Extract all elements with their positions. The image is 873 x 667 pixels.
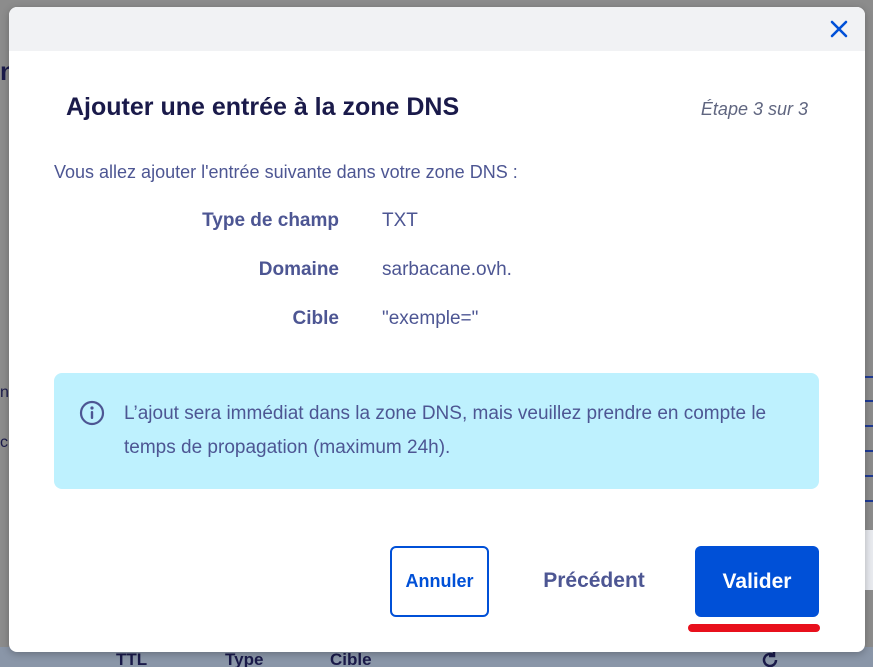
close-icon[interactable] (825, 15, 853, 43)
info-message: L’ajout sera immédiat dans la zone DNS, … (54, 373, 819, 489)
column-header-cible: Cible (330, 650, 372, 667)
dialog-title: Ajouter une entrée à la zone DNS (66, 93, 460, 121)
background-page-fragment: c (0, 434, 8, 451)
info-circle-icon (79, 400, 105, 426)
column-header-type: Type (225, 650, 264, 667)
background-page-fragment: n (0, 384, 9, 401)
cancel-button[interactable]: Annuler (390, 546, 489, 617)
field-label: Domaine (258, 259, 339, 280)
step-indicator: Étape 3 sur 3 (700, 99, 808, 119)
info-text: L’ajout sera immédiat dans la zone DNS, … (124, 403, 767, 458)
field-label: Type de champ (202, 210, 339, 231)
field-row-type: Type de champ TXT (54, 210, 754, 259)
dialog-header-bar (9, 7, 865, 51)
field-row-target: Cible "exemple=" (54, 308, 754, 357)
entry-summary: Type de champ TXT Domaine sarbacane.ovh.… (54, 210, 754, 357)
column-header-ttl: TTL (116, 650, 148, 667)
background-panel (864, 530, 873, 590)
highlight-underline (688, 624, 820, 632)
intro-text: Vous allez ajouter l'entrée suivante dan… (54, 162, 518, 182)
validate-button[interactable]: Valider (695, 546, 819, 617)
field-value: sarbacane.ovh. (382, 259, 512, 280)
refresh-icon[interactable] (760, 650, 780, 667)
field-value: TXT (382, 210, 418, 231)
field-value: "exemple=" (382, 308, 479, 329)
add-dns-entry-dialog: Ajouter une entrée à la zone DNS Étape 3… (9, 7, 865, 652)
previous-button[interactable]: Précédent (519, 555, 669, 607)
field-row-domain: Domaine sarbacane.ovh. (54, 259, 754, 308)
field-label: Cible (292, 308, 339, 329)
